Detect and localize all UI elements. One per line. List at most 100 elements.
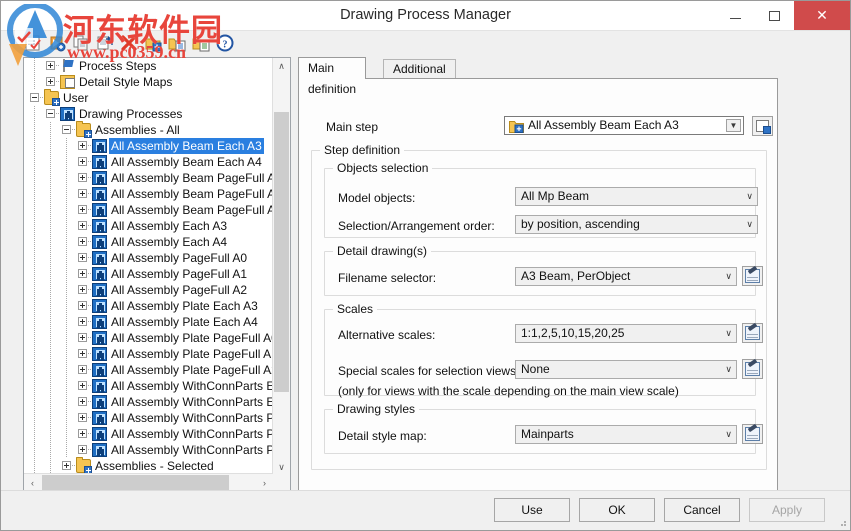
chevron-down-icon[interactable]: ▼ [726,119,741,132]
tree-item[interactable]: All Assembly PageFull A1 [24,266,273,282]
expand-icon[interactable] [78,333,87,342]
tree-item[interactable]: All Assembly WithConnParts Each A3 [24,378,273,394]
tab-additional-steps[interactable]: Additional steps [383,59,456,95]
main-step-combo[interactable]: All Assembly Beam Each A3 ▼ [504,116,744,135]
tree-vertical-scrollbar[interactable]: ∧ ∨ [272,58,290,476]
tree-item[interactable]: All Assembly Beam Each A3 [24,138,273,154]
tree-item[interactable]: All Assembly Each A4 [24,234,273,250]
alternative-scales-combo[interactable]: 1:1,2,5,10,15,20,25 ∨ [515,324,737,343]
collapse-icon[interactable] [46,109,55,118]
checklist-icon[interactable] [23,33,43,53]
tree-horizontal-scrollbar[interactable]: ‹ › [24,473,273,491]
expand-icon[interactable] [78,397,87,406]
expand-icon[interactable] [78,365,87,374]
expand-icon[interactable] [46,61,55,70]
expand-icon[interactable] [78,269,87,278]
new-main-step-button[interactable] [752,116,773,136]
copy-icon[interactable] [71,33,91,53]
tree-hscroll-thumb[interactable] [42,475,229,490]
objects-selection-group: Objects selection Model objects: All Mp … [324,161,758,238]
new-folder-icon[interactable] [143,33,163,53]
folder-properties-icon[interactable] [167,33,187,53]
expand-icon[interactable] [78,237,87,246]
expand-icon[interactable] [78,317,87,326]
tree-item[interactable]: All Assembly Plate PageFull A1 [24,346,273,362]
expand-icon[interactable] [78,157,87,166]
resize-grip-icon[interactable] [837,517,847,527]
ok-button[interactable]: OK [579,498,655,522]
tree-item[interactable]: Process Steps [24,58,273,74]
filename-selector-edit-button[interactable] [742,266,763,286]
cancel-button[interactable]: Cancel [664,498,740,522]
expand-icon[interactable] [78,141,87,150]
expand-icon[interactable] [78,349,87,358]
chevron-down-icon[interactable]: ∨ [746,188,753,205]
tree-item[interactable]: All Assembly Plate Each A3 [24,298,273,314]
chevron-down-icon[interactable]: ∨ [725,268,732,285]
expand-icon[interactable] [78,285,87,294]
selection-order-combo[interactable]: by position, ascending ∨ [515,215,758,234]
expand-icon[interactable] [62,461,71,470]
tree-item[interactable]: All Assembly Plate PageFull A0 [24,330,273,346]
maximize-button[interactable] [755,1,794,30]
expand-icon[interactable] [78,221,87,230]
folder-edit-icon[interactable] [191,33,211,53]
expand-icon[interactable] [78,429,87,438]
expand-icon[interactable] [78,253,87,262]
scroll-up-arrow-icon[interactable]: ∧ [273,58,290,75]
expand-icon[interactable] [78,413,87,422]
tree-item[interactable]: All Assembly Plate PageFull A2 [24,362,273,378]
tree-item[interactable]: All Assembly Beam PageFull A0 [24,170,273,186]
tree-item[interactable]: All Assembly WithConnParts PageFull A2 [24,442,273,458]
tree-item[interactable]: Detail Style Maps [24,74,273,90]
expand-icon[interactable] [78,189,87,198]
expand-icon[interactable] [78,205,87,214]
expand-icon[interactable] [78,173,87,182]
new-process-icon[interactable] [47,33,67,53]
process-tree[interactable]: Process Steps Detail Style Maps User Drawin… [24,58,273,476]
tree-vscroll-thumb[interactable] [274,112,289,392]
tree-item[interactable]: Assemblies - Selected [24,457,273,474]
filename-selector-combo[interactable]: A3 Beam, PerObject ∨ [515,267,737,286]
expand-icon[interactable] [78,445,87,454]
use-button[interactable]: Use [494,498,570,522]
delete-icon[interactable] [119,33,139,53]
tree-item[interactable]: All Assembly Each A3 [24,218,273,234]
alternative-scales-edit-button[interactable] [742,323,763,343]
close-button[interactable]: ✕ [794,1,850,30]
tree-item[interactable]: All Assembly Plate Each A4 [24,314,273,330]
tab-main-definition[interactable]: Main definition [298,57,367,96]
tree-item[interactable]: User [24,89,273,106]
paste-icon[interactable] [95,33,115,53]
tree-item[interactable]: All Assembly PageFull A0 [24,250,273,266]
tree-item[interactable]: All Assembly WithConnParts PageFull A1 [24,426,273,442]
tree-item[interactable]: All Assembly WithConnParts Each A4 [24,394,273,410]
tree-item[interactable]: All Assembly Beam PageFull A2 [24,202,273,218]
chevron-down-icon[interactable]: ∨ [725,426,732,443]
tree-item[interactable]: All Assembly PageFull A2 [24,282,273,298]
special-scales-combo[interactable]: None ∨ [515,360,737,379]
model-objects-combo[interactable]: All Mp Beam ∨ [515,187,758,206]
detail-style-map-edit-button[interactable] [742,424,763,444]
chevron-down-icon[interactable]: ∨ [725,361,732,378]
tree-item[interactable]: Drawing Processes [24,106,273,122]
special-scales-edit-button[interactable] [742,359,763,379]
tree-item[interactable]: All Assembly Beam PageFull A1 [24,186,273,202]
tree-item[interactable]: All Assembly WithConnParts PageFull A0 [24,410,273,426]
chevron-down-icon[interactable]: ∨ [746,216,753,233]
collapse-icon[interactable] [62,125,71,134]
help-icon[interactable]: ? [215,33,235,53]
tree-item[interactable]: Assemblies - All [24,121,273,138]
scroll-left-arrow-icon[interactable]: ‹ [24,474,41,491]
expand-icon[interactable] [78,381,87,390]
tree-guide-line [66,362,67,378]
detail-style-map-combo[interactable]: Mainparts ∨ [515,425,737,444]
folder-icon [76,121,92,138]
scroll-right-arrow-icon[interactable]: › [256,474,273,491]
expand-icon[interactable] [46,77,55,86]
collapse-icon[interactable] [30,93,39,102]
chevron-down-icon[interactable]: ∨ [725,325,732,342]
tree-item[interactable]: All Assembly Beam Each A4 [24,154,273,170]
minimize-button[interactable] [716,1,755,30]
expand-icon[interactable] [78,301,87,310]
